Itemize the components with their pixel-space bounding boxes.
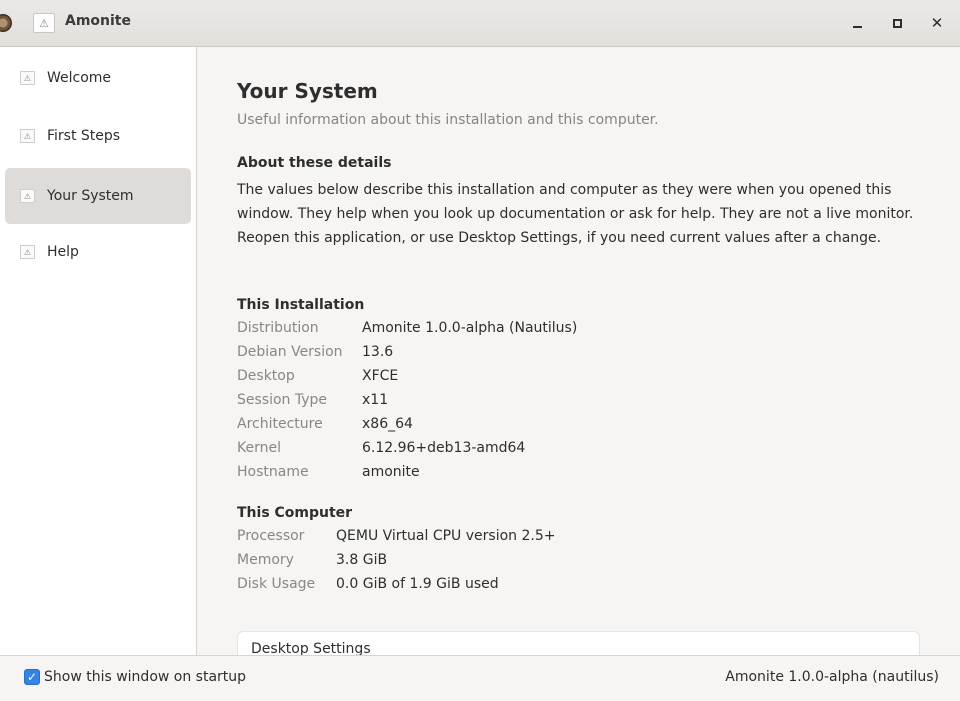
page-icon: ⚠ (20, 245, 35, 259)
desktop-settings-row[interactable]: Desktop Settings (237, 631, 920, 655)
about-text: The values below describe this installat… (237, 182, 914, 246)
version-label: Amonite 1.0.0-alpha (nautilus) (725, 669, 939, 685)
page-title: Your System (237, 79, 378, 103)
main-content: Your System Useful information about thi… (198, 47, 960, 655)
computer-heading: This Computer (237, 505, 353, 521)
info-key: Debian Version (237, 344, 343, 360)
page-icon: ⚠ (20, 129, 35, 143)
info-value: Amonite 1.0.0-alpha (Nautilus) (362, 320, 578, 336)
desktop-settings-label: Desktop Settings (251, 641, 371, 655)
info-key: Desktop (237, 368, 295, 384)
info-value: x86_64 (362, 416, 413, 432)
info-key: Disk Usage (237, 576, 316, 592)
title-bar: ⚠ Amonite ✕ (0, 0, 960, 47)
maximize-button[interactable] (886, 12, 908, 34)
info-value: 3.8 GiB (336, 552, 388, 568)
info-key: Architecture (237, 416, 323, 432)
maximize-icon (892, 18, 902, 28)
info-key: Distribution (237, 320, 319, 336)
page-icon: ⚠ (20, 71, 35, 85)
checkmark-icon: ✓ (26, 670, 38, 684)
window-title: Amonite (65, 13, 131, 29)
info-value: 6.12.96+deb13-amd64 (362, 440, 526, 456)
info-key: Processor (237, 528, 305, 544)
info-key: Session Type (237, 392, 328, 408)
info-key: Memory (237, 552, 294, 568)
page-subtitle: Useful information about this installati… (237, 112, 659, 128)
close-button[interactable]: ✕ (926, 12, 948, 34)
sidebar: ⚠ Welcome ⚠ First Steps ⚠ Your System ⚠ … (0, 47, 197, 655)
sidebar-item-label: First Steps (47, 128, 121, 144)
sidebar-item-label: Your System (47, 188, 134, 204)
startup-checkbox[interactable]: ✓ (24, 669, 40, 685)
sidebar-item-your-system[interactable]: ⚠ Your System (5, 168, 191, 224)
installation-heading: This Installation (237, 297, 365, 313)
about-heading: About these details (237, 155, 392, 171)
sidebar-item-label: Help (47, 244, 79, 260)
close-icon: ✕ (930, 14, 944, 32)
info-key: Kernel (237, 440, 281, 456)
sidebar-item-first-steps[interactable]: ⚠ First Steps (5, 108, 191, 164)
info-value: amonite (362, 464, 420, 480)
sidebar-item-label: Welcome (47, 70, 112, 86)
info-value: 13.6 (362, 344, 394, 360)
sidebar-item-help[interactable]: ⚠ Help (5, 224, 191, 280)
info-value: 0.0 GiB of 1.9 GiB used (336, 576, 499, 592)
minimize-icon (852, 26, 862, 28)
info-value: x11 (362, 392, 389, 408)
footer-bar: ✓ Show this window on startup Amonite 1.… (0, 655, 960, 701)
info-value: XFCE (362, 368, 399, 384)
info-key: Hostname (237, 464, 309, 480)
info-value: QEMU Virtual CPU version 2.5+ (336, 528, 556, 544)
startup-checkbox-label[interactable]: Show this window on startup (44, 669, 246, 685)
sidebar-item-welcome[interactable]: ⚠ Welcome (5, 50, 191, 106)
app-logo-icon: ⚠ (33, 13, 55, 33)
app-badge-icon (0, 14, 12, 32)
page-icon: ⚠ (20, 189, 35, 203)
minimize-button[interactable] (846, 12, 868, 34)
